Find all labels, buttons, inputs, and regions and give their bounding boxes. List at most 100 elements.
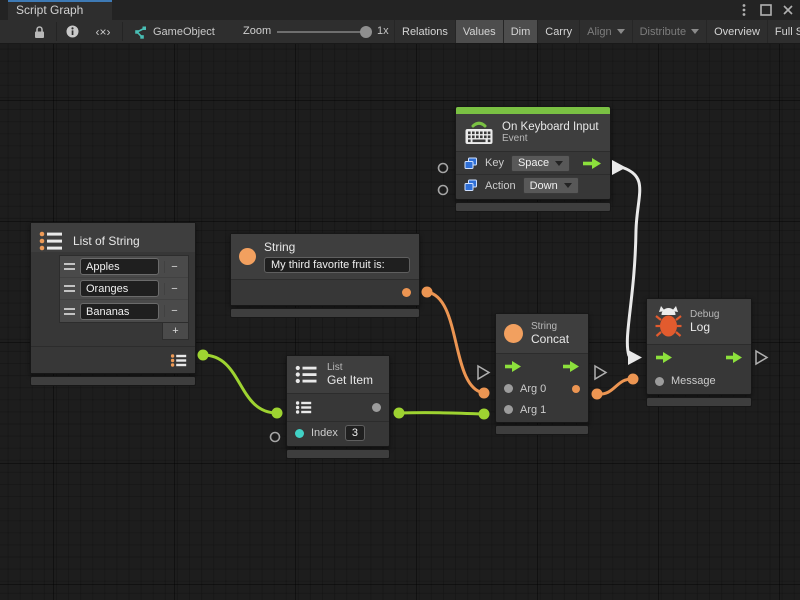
item-output-port[interactable] [372,403,381,412]
flow-out-arrow-icon[interactable] [725,351,743,364]
flow-row [647,344,751,370]
flow-in-arrow-icon[interactable] [655,351,673,364]
list-icon [170,353,187,368]
flow-arrow-icon[interactable] [582,157,602,170]
action-value: Down [530,180,558,192]
key-dropdown[interactable]: Space [511,155,570,172]
fullscreen-label: Full Scre [775,26,800,38]
node-subtitle: Event [502,133,599,144]
list-icon [295,364,319,385]
align-label: Align [587,26,611,38]
graph-canvas[interactable]: On Keyboard Input Event Key Space [0,44,800,600]
node-group: List [327,362,373,373]
relations-button[interactable]: Relations [394,20,455,43]
distribute-dropdown[interactable]: Distribute [632,20,706,43]
node-title: Concat [531,332,569,346]
node-debug-log[interactable]: Debug Log Message [646,298,752,407]
node-title: String [264,240,410,254]
arg1-label: Arg 1 [520,404,546,416]
index-field[interactable]: 3 [345,425,365,441]
overview-button[interactable]: Overview [706,20,767,43]
toolbar-toggle-group: Relations Values Dim Carry Align Distrib… [394,20,800,43]
chevron-down-icon [564,183,572,188]
gameobject-reference[interactable]: GameObject [132,20,215,43]
string-type-icon [239,248,256,265]
gameobject-icon [132,25,147,39]
node-on-keyboard-input[interactable]: On Keyboard Input Event Key Space [455,106,611,212]
chevron-down-icon [555,161,563,166]
chevron-down-icon [691,29,699,34]
dim-button[interactable]: Dim [503,20,538,43]
result-output-port[interactable] [572,385,580,393]
event-accent-stripe [456,107,610,114]
node-list-of-string[interactable]: List of String Apples − Oranges − [30,222,196,386]
relations-label: Relations [402,26,448,38]
gameobject-label: GameObject [153,26,215,38]
fullscreen-button[interactable]: Full Scre [767,20,800,43]
lock-icon[interactable] [24,20,54,43]
node-concat[interactable]: String Concat Arg 0 [495,313,589,435]
carry-button[interactable]: Carry [537,20,579,43]
close-icon[interactable] [780,2,796,18]
remove-item-button[interactable]: − [164,283,184,295]
drag-handle-icon[interactable] [64,285,75,292]
node-get-item[interactable]: List Get Item Index 3 [286,355,390,459]
carry-label: Carry [545,26,572,38]
list-icon [295,400,312,415]
arg0-row: Arg 0 [496,378,588,399]
node-title: List of String [73,234,140,248]
distribute-label: Distribute [640,26,686,38]
message-row: Message [647,370,751,392]
flow-out-arrow-icon[interactable] [562,360,580,373]
enum-icon [464,179,478,192]
list-item-field[interactable]: Apples [80,258,159,275]
script-graph-window: Script Graph ‹×› [0,0,800,600]
tab-script-graph[interactable]: Script Graph [8,0,112,20]
align-dropdown[interactable]: Align [579,20,631,43]
key-label: Key [485,157,504,169]
string-value-field[interactable]: My third favorite fruit is: [264,257,410,273]
list-editor: Apples − Oranges − Bananas − [59,255,189,340]
string-type-icon [504,324,523,343]
drag-handle-icon[interactable] [64,263,75,270]
string-output-port[interactable] [402,288,411,297]
menu-icon[interactable] [736,2,752,18]
action-dropdown[interactable]: Down [523,177,579,194]
list-input-row [287,393,389,421]
zoom-slider-track[interactable] [277,31,370,33]
node-title: Get Item [327,373,373,387]
window-controls [736,2,796,18]
list-item-field[interactable]: Bananas [80,303,159,320]
list-output-row [31,346,195,373]
message-label: Message [671,375,716,387]
tab-bar: Script Graph [0,0,800,20]
flow-row [496,353,588,378]
flow-in-arrow-icon[interactable] [504,360,522,373]
values-button[interactable]: Values [455,20,503,43]
list-item-row: Bananas − [60,300,188,322]
key-value: Space [518,157,549,169]
keyboard-icon [464,119,494,145]
action-label: Action [485,180,516,192]
values-label: Values [463,26,496,38]
zoom-slider-handle[interactable] [360,26,372,38]
add-item-button[interactable]: + [162,323,189,340]
code-icon[interactable]: ‹×› [88,20,118,43]
node-title: Log [690,320,719,334]
node-string-literal[interactable]: String My third favorite fruit is: [230,233,420,318]
info-icon[interactable] [58,20,86,43]
object-type-icon [504,405,513,414]
arg1-row: Arg 1 [496,399,588,420]
node-footer [455,202,611,212]
chevron-down-icon [617,29,625,34]
index-label: Index [311,427,338,439]
index-input-row: Index 3 [287,421,389,444]
remove-item-button[interactable]: − [164,261,184,273]
node-footer [230,308,420,318]
remove-item-button[interactable]: − [164,305,184,317]
drag-handle-icon[interactable] [64,308,75,315]
node-footer [495,425,589,435]
list-item-field[interactable]: Oranges [80,280,159,297]
maximize-icon[interactable] [758,2,774,18]
overview-label: Overview [714,26,760,38]
